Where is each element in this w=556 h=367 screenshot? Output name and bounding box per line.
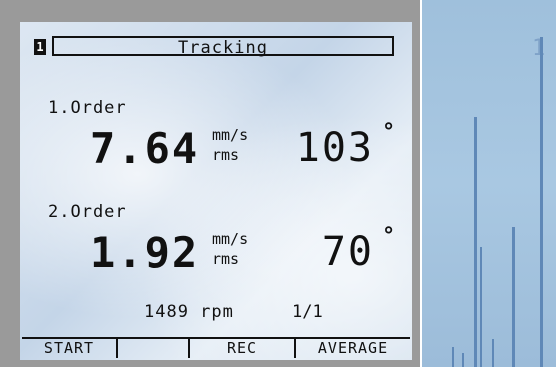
order-1-unit-bottom: rms — [212, 146, 240, 164]
spectrum-peak — [452, 347, 454, 367]
spectrum-peak — [462, 353, 464, 367]
spectrum-peak — [512, 227, 515, 367]
page-title: Tracking — [178, 38, 268, 58]
page-badge: 1 — [34, 39, 46, 55]
order-1-degree-symbol: ° — [382, 120, 396, 145]
spectrum-label: 1 — [532, 36, 546, 61]
order-2-unit-bottom: rms — [212, 250, 240, 268]
order-2-phase: 70 — [321, 229, 374, 275]
order-2-label: 2.Order — [48, 202, 127, 222]
order-2-unit-top: mm/s — [212, 230, 249, 248]
softkey-bar: START REC AVERAGE — [22, 337, 410, 360]
empty-softkey[interactable] — [118, 339, 190, 358]
device-bezel: 1 Tracking 1.Order 7.64 mm/s rms 103 ° 2… — [0, 0, 420, 367]
spectrum-peak — [492, 339, 494, 367]
page-indicator: 1/1 — [292, 302, 323, 322]
spectrum-peak — [474, 117, 477, 367]
order-2-degree-symbol: ° — [382, 224, 396, 249]
average-softkey[interactable]: AVERAGE — [296, 339, 410, 358]
rec-softkey[interactable]: REC — [190, 339, 296, 358]
spectrum-peak — [480, 247, 482, 367]
title-bar: Tracking — [52, 36, 394, 58]
start-softkey[interactable]: START — [22, 339, 118, 358]
spectrum-peak — [540, 37, 543, 367]
order-1-unit-top: mm/s — [212, 126, 249, 144]
order-1-phase: 103 — [295, 125, 374, 171]
order-1-label: 1.Order — [48, 98, 127, 118]
lcd-display: 1 Tracking 1.Order 7.64 mm/s rms 103 ° 2… — [20, 22, 412, 360]
speed-readout: 1489 rpm — [144, 302, 234, 322]
background-spectrum-panel: 1 — [422, 0, 556, 367]
order-2-amplitude: 1.92 — [90, 228, 200, 277]
order-1-amplitude: 7.64 — [90, 124, 200, 173]
